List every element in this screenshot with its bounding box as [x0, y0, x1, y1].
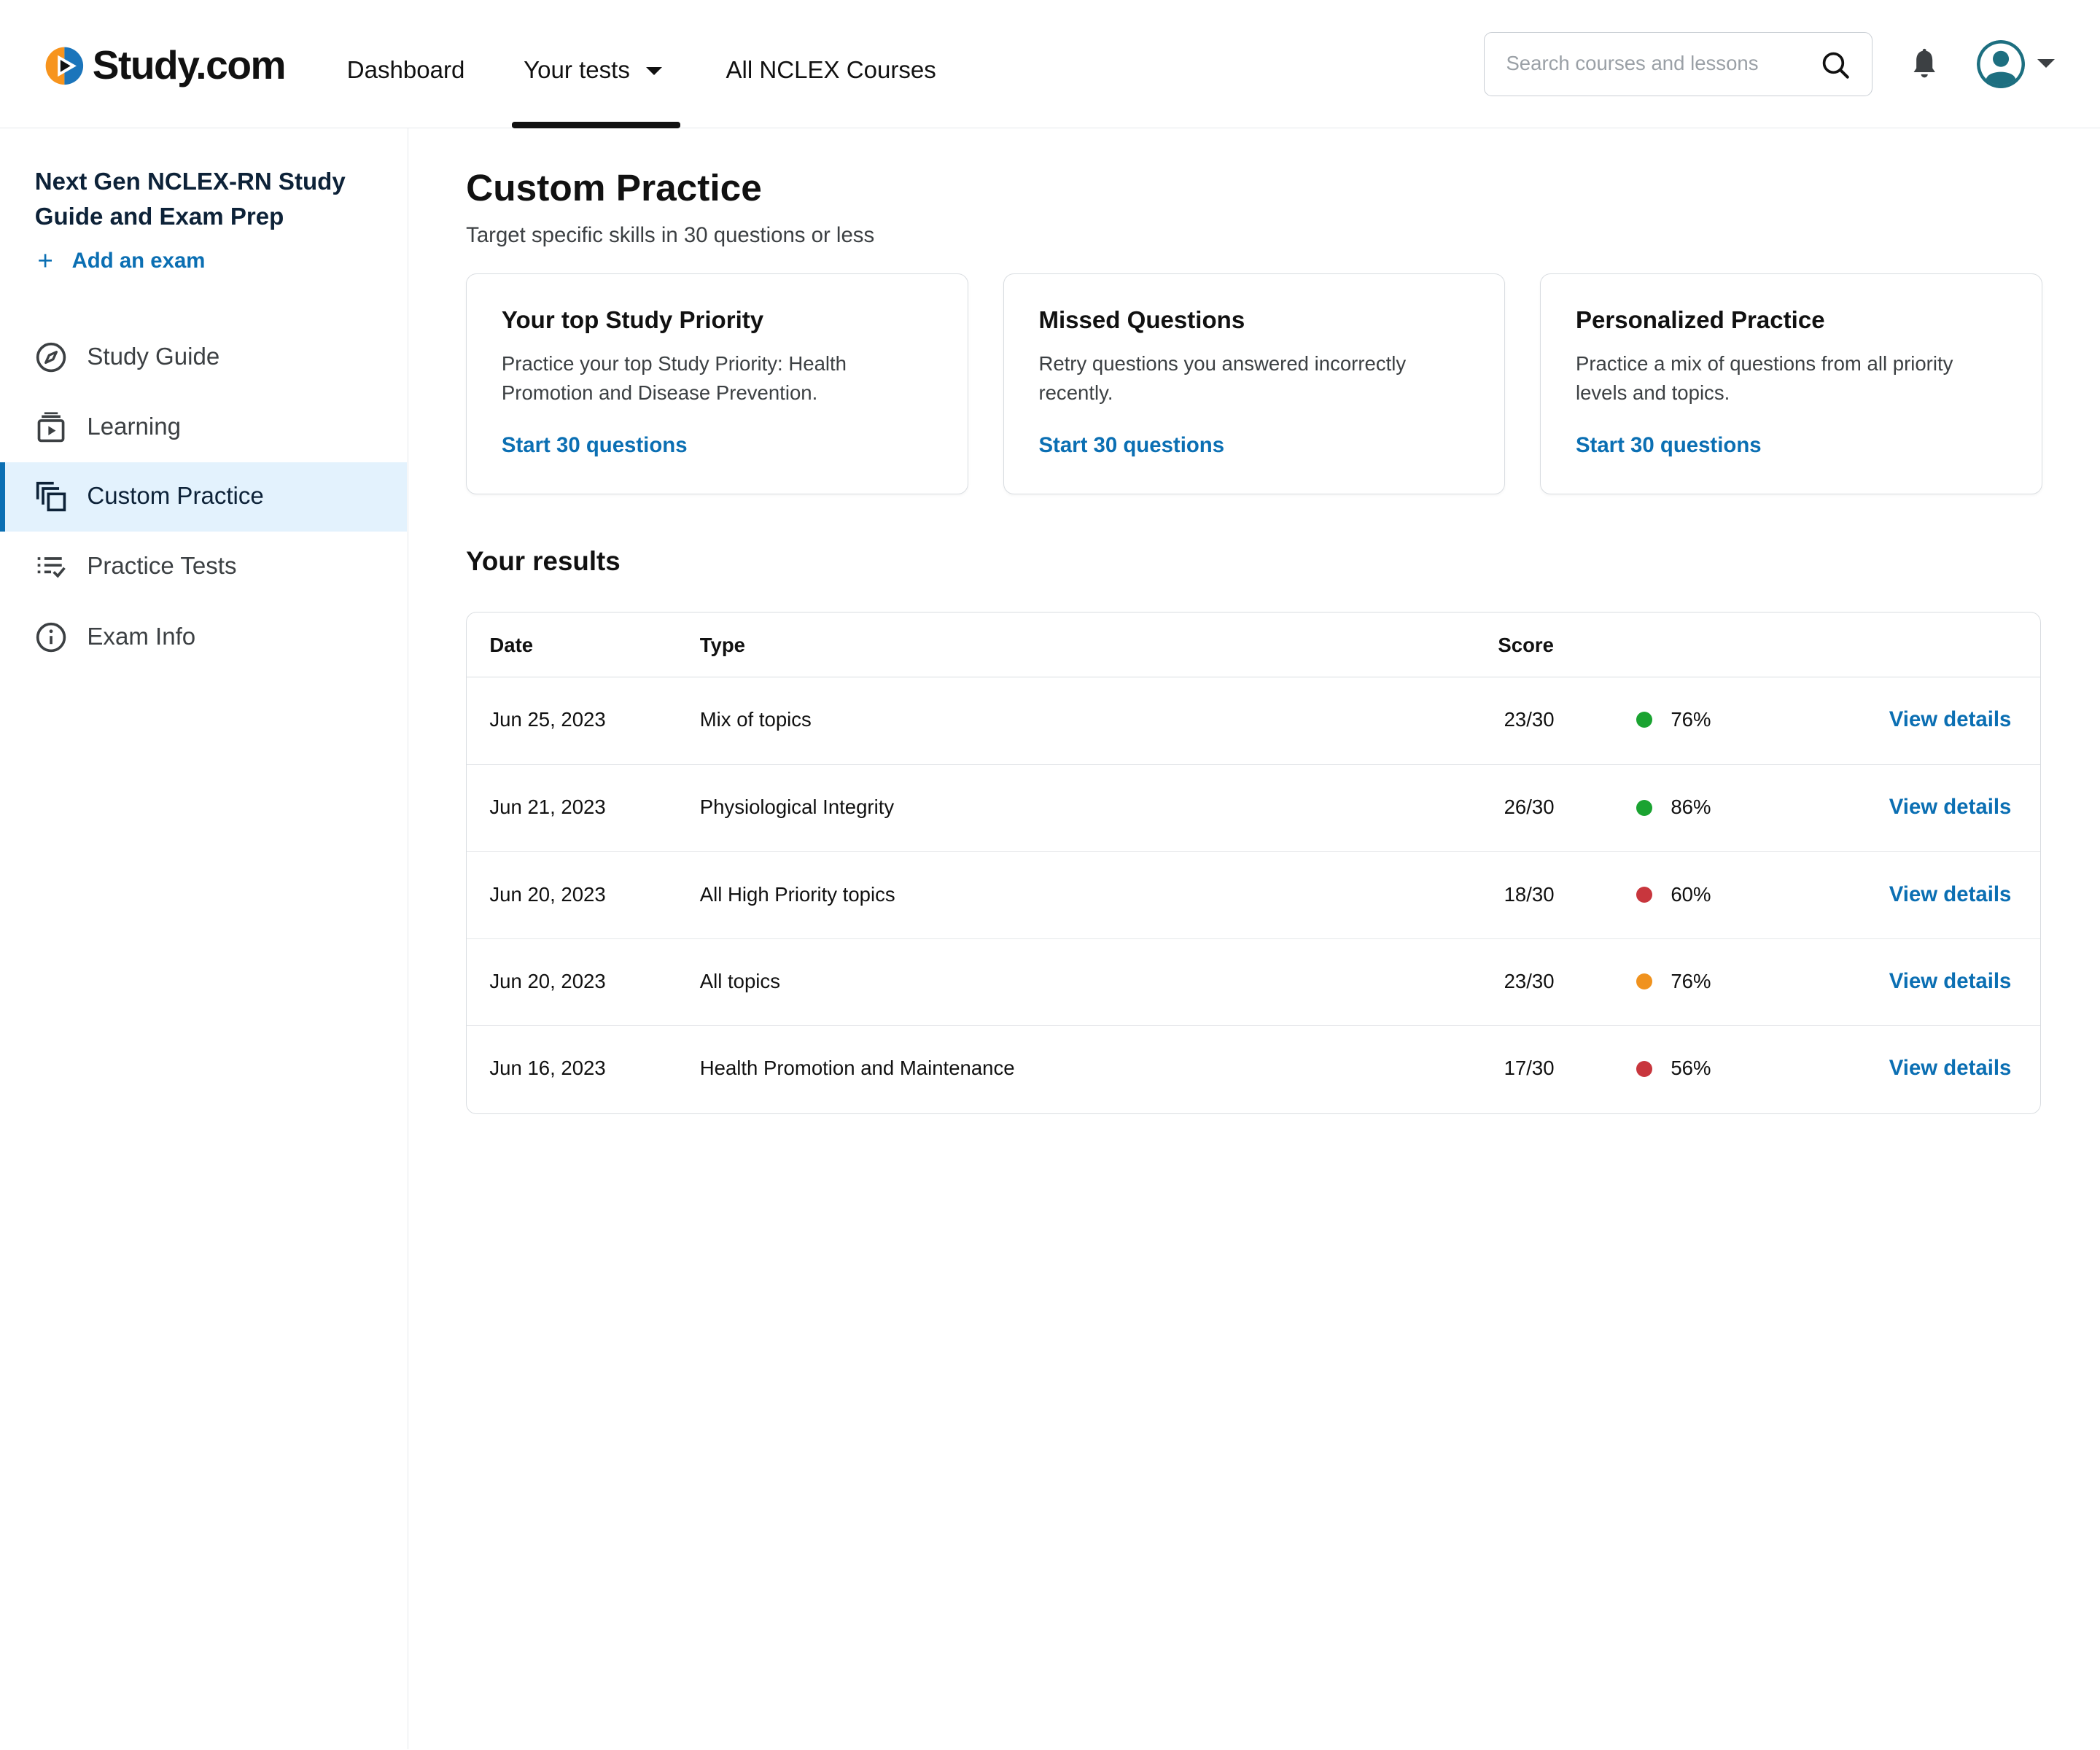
table-header: Date Type Score — [467, 612, 2041, 677]
row-percent: 86% — [1671, 796, 1711, 819]
nav-your-tests-label: Your tests — [524, 57, 630, 85]
page-subtitle: Target specific skills in 30 questions o… — [466, 223, 875, 248]
card-title: Missed Questions — [1038, 306, 1245, 334]
nav-your-tests[interactable]: Your tests — [524, 56, 662, 85]
results-table: Date Type Score Jun 25, 2023 Mix of topi… — [466, 612, 2042, 1115]
sidebar-item-learning[interactable]: Learning — [0, 392, 407, 462]
row-score: 18/30 — [1504, 882, 1555, 906]
row-percent: 60% — [1671, 882, 1711, 906]
sidebar-item-practice-tests[interactable]: Practice Tests — [0, 532, 407, 602]
search-box — [1484, 32, 1872, 97]
account-menu-caret-icon[interactable] — [2037, 58, 2055, 68]
row-percent: 76% — [1671, 707, 1711, 731]
row-date: Jun 20, 2023 — [489, 970, 606, 993]
start-30-questions-link[interactable]: Start 30 questions — [502, 431, 688, 460]
row-percent: 56% — [1671, 1057, 1711, 1080]
view-details-link[interactable]: View details — [1889, 1055, 2012, 1082]
avatar[interactable] — [1976, 40, 2026, 89]
sidebar-item-study-guide[interactable]: Study Guide — [0, 323, 407, 393]
add-exam-button[interactable]: + Add an exam — [37, 246, 205, 276]
score-status-dot — [1636, 1060, 1652, 1077]
row-date: Jun 16, 2023 — [489, 1057, 606, 1080]
results-title: Your results — [466, 545, 621, 576]
card-personalized-practice: Personalized Practice Practice a mix of … — [1540, 273, 2042, 494]
sidebar: Next Gen NCLEX-RN Study Guide and Exam P… — [0, 128, 409, 1749]
view-details-link[interactable]: View details — [1889, 794, 2012, 821]
avatar-icon — [1976, 40, 2026, 89]
score-status-dot — [1636, 712, 1652, 728]
column-header-type: Type — [699, 633, 745, 656]
plus-icon: + — [37, 245, 53, 276]
search-icon[interactable] — [1821, 50, 1850, 79]
view-details-link[interactable]: View details — [1889, 707, 2012, 734]
start-30-questions-link[interactable]: Start 30 questions — [1038, 431, 1224, 460]
row-score: 17/30 — [1504, 1057, 1555, 1080]
nav-all-nclex-courses[interactable]: All NCLEX Courses — [726, 56, 936, 85]
row-score: 23/30 — [1504, 707, 1555, 731]
info-icon — [36, 623, 66, 653]
logo-text: Study.com — [92, 42, 287, 88]
table-row: Jun 20, 2023 All High Priority topics 18… — [467, 851, 2041, 938]
bell-icon[interactable] — [1910, 48, 1939, 80]
logo-icon — [45, 47, 83, 85]
top-header: Study.com Dashboard Your tests All NCLEX… — [0, 0, 2100, 129]
row-type: Health Promotion and Maintenance — [699, 1057, 1015, 1080]
score-status-dot — [1636, 799, 1652, 816]
add-exam-label: Add an exam — [71, 248, 206, 273]
row-score: 26/30 — [1504, 796, 1555, 819]
row-date: Jun 25, 2023 — [489, 707, 606, 731]
sidebar-item-label: Study Guide — [87, 343, 220, 371]
row-date: Jun 21, 2023 — [489, 796, 606, 819]
table-row: Jun 25, 2023 Mix of topics 23/30 76% Vie… — [467, 677, 2040, 764]
search-input[interactable] — [1506, 33, 1801, 95]
score-status-dot — [1636, 887, 1652, 903]
card-missed-questions: Missed Questions Retry questions you ans… — [1003, 273, 1506, 494]
score-status-dot — [1636, 973, 1652, 990]
study-logo[interactable]: Study.com — [43, 42, 287, 88]
row-percent: 76% — [1671, 970, 1711, 993]
video-lesson-icon — [37, 412, 65, 443]
column-header-score: Score — [1498, 633, 1554, 656]
start-30-questions-link[interactable]: Start 30 questions — [1576, 431, 1762, 460]
compass-icon — [36, 343, 66, 373]
sidebar-item-label: Exam Info — [87, 623, 196, 651]
course-title: Next Gen NCLEX-RN Study Guide and Exam P… — [34, 168, 346, 230]
row-score: 23/30 — [1504, 970, 1555, 993]
table-row: Jun 16, 2023 Health Promotion and Mainte… — [467, 1025, 2041, 1112]
table-row: Jun 20, 2023 All topics 23/30 76% View d… — [467, 938, 2041, 1025]
card-title: Personalized Practice — [1575, 306, 1825, 334]
card-title: Your top Study Priority — [501, 306, 764, 334]
caret-down-icon — [645, 66, 662, 75]
column-header-date: Date — [489, 633, 534, 656]
card-top-study-priority: Your top Study Priority Practice your to… — [466, 273, 968, 494]
sidebar-item-label: Custom Practice — [87, 483, 264, 510]
sidebar-item-label: Practice Tests — [87, 552, 237, 580]
sidebar-item-custom-practice[interactable]: Custom Practice — [0, 462, 408, 532]
view-details-link[interactable]: View details — [1889, 968, 2012, 995]
row-type: All High Priority topics — [699, 882, 895, 906]
card-description: Practice a mix of questions from all pri… — [1575, 351, 1953, 404]
view-details-link[interactable]: View details — [1889, 882, 2012, 909]
row-type: Physiological Integrity — [699, 796, 895, 819]
sidebar-item-label: Learning — [87, 413, 181, 440]
active-nav-indicator — [511, 122, 681, 129]
card-description: Practice your top Study Priority: Health… — [501, 351, 847, 404]
copy-cards-icon — [36, 482, 66, 512]
table-row: Jun 21, 2023 Physiological Integrity 26/… — [467, 763, 2041, 851]
card-description: Retry questions you answered incorrectly… — [1038, 351, 1407, 404]
page-title: Custom Practice — [466, 166, 762, 209]
nav-dashboard[interactable]: Dashboard — [347, 56, 465, 85]
row-type: Mix of topics — [699, 707, 812, 731]
row-type: All topics — [699, 970, 780, 993]
checklist-icon — [37, 557, 66, 578]
row-date: Jun 20, 2023 — [489, 882, 606, 906]
sidebar-item-exam-info[interactable]: Exam Info — [0, 603, 407, 673]
